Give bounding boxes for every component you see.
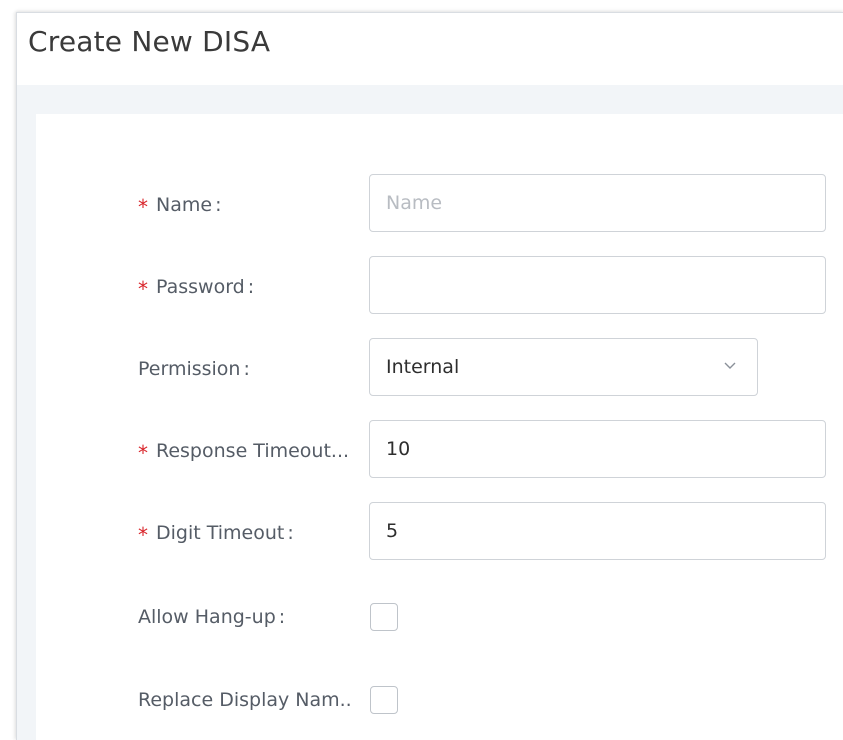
name-input[interactable] [369, 174, 826, 232]
permission-row: Permission : Internal [36, 338, 843, 400]
allow-hangup-label-text: Allow Hang-up [138, 606, 276, 628]
required-marker: * [138, 523, 148, 544]
create-disa-dialog: Create New DISA * Name : * Password : Pe… [16, 12, 843, 740]
response-timeout-label: * Response Timeout... [138, 440, 370, 462]
permission-label-text: Permission [138, 358, 241, 380]
digit-timeout-row: * Digit Timeout : [36, 502, 843, 564]
chevron-down-icon [724, 362, 736, 369]
permission-select[interactable]: Internal [369, 338, 758, 396]
permission-label-colon: : [243, 358, 250, 380]
permission-label: Permission : [138, 358, 370, 380]
password-label-text: Password [156, 276, 245, 298]
required-marker: * [138, 277, 148, 298]
response-timeout-label-text: Response Timeout... [156, 440, 350, 462]
password-row: * Password : [36, 256, 843, 318]
digit-timeout-label-text: Digit Timeout [156, 522, 285, 544]
password-label-colon: : [247, 276, 255, 298]
required-marker: * [138, 195, 148, 216]
digit-timeout-input[interactable] [369, 502, 826, 560]
form-panel: * Name : * Password : Permission : Inter… [36, 114, 843, 740]
permission-selected-value: Internal [386, 356, 460, 378]
password-input[interactable] [369, 256, 826, 314]
allow-hangup-label: Allow Hang-up : [138, 606, 370, 628]
replace-display-name-row: Replace Display Nam.. [36, 669, 843, 731]
required-marker: * [138, 441, 148, 462]
digit-timeout-label-colon: : [287, 522, 294, 544]
dialog-header: Create New DISA [17, 13, 843, 85]
name-row: * Name : [36, 174, 843, 236]
name-label-text: Name [156, 194, 213, 216]
allow-hangup-checkbox[interactable] [370, 603, 398, 631]
allow-hangup-row: Allow Hang-up : [36, 586, 843, 648]
digit-timeout-label: * Digit Timeout : [138, 522, 370, 544]
response-timeout-input[interactable] [369, 420, 826, 478]
dialog-title: Create New DISA [28, 25, 271, 58]
name-label: * Name : [138, 194, 370, 216]
replace-display-name-checkbox[interactable] [370, 686, 398, 714]
replace-display-name-label: Replace Display Nam.. [138, 689, 370, 711]
response-timeout-row: * Response Timeout... [36, 420, 843, 482]
password-label: * Password : [138, 276, 370, 298]
name-label-colon: : [215, 194, 222, 216]
replace-display-name-label-text: Replace Display Nam.. [138, 689, 352, 711]
allow-hangup-label-colon: : [278, 606, 286, 628]
